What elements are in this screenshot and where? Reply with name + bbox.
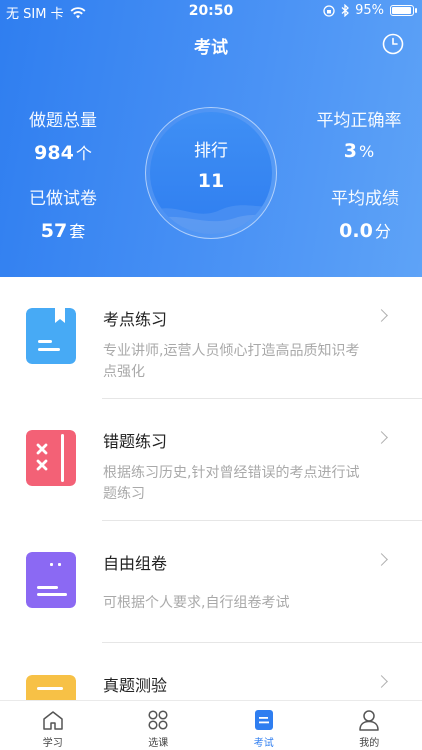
orientation-lock-icon	[323, 4, 335, 17]
exam-header: 无 SIM 卡 20:50 95% 考试 做题总量 984 个 已做试卷 57 …	[0, 0, 422, 277]
bottom-tab-bar: 学习 选课 考试 我的	[0, 700, 422, 750]
tab-study[interactable]: 学习	[0, 701, 106, 750]
list-item-custom-paper[interactable]: 自由组卷 可根据个人要求,自行组卷考试	[0, 521, 422, 643]
exam-icon	[254, 710, 273, 730]
tab-exam[interactable]: 考试	[211, 701, 317, 750]
chevron-right-icon	[375, 431, 388, 444]
real-exam-icon	[26, 675, 76, 700]
page-title: 考试	[194, 38, 228, 58]
bluetooth-icon	[341, 4, 350, 17]
list-item-real-exam[interactable]: 真题测验	[0, 643, 422, 700]
clock-icon[interactable]	[381, 32, 405, 56]
chevron-right-icon	[375, 675, 388, 688]
chevron-right-icon	[375, 309, 388, 322]
exam-mode-list: 考点练习 专业讲师,运营人员倾心打造高品质知识考点强化 错题练习 根据练习历史,…	[0, 277, 422, 700]
tab-courses[interactable]: 选课	[106, 701, 212, 750]
tab-mine[interactable]: 我的	[317, 701, 422, 750]
stat-papers-done: 已做试卷 57 套	[29, 189, 97, 242]
chevron-right-icon	[375, 553, 388, 566]
stat-total-questions: 做题总量 984 个	[29, 111, 97, 164]
battery-percent: 95%	[355, 3, 384, 18]
rank-value: 11	[197, 170, 225, 192]
custom-paper-icon	[26, 552, 76, 608]
rank-circle[interactable]: 排行 11	[145, 107, 277, 239]
person-icon	[359, 710, 379, 731]
rank-label: 排行	[194, 141, 228, 161]
bookmark-book-icon	[26, 308, 76, 364]
list-item-topic-practice[interactable]: 考点练习 专业讲师,运营人员倾心打造高品质知识考点强化	[0, 277, 422, 399]
wrong-notebook-icon	[26, 430, 76, 486]
status-bar: 无 SIM 卡 20:50 95%	[0, 0, 422, 22]
battery-icon	[390, 5, 417, 16]
grid-icon	[148, 710, 168, 730]
stat-avg-score: 平均成绩 0.0 分	[331, 189, 399, 242]
home-icon	[43, 711, 63, 730]
stat-accuracy: 平均正确率 3%	[316, 111, 402, 162]
list-item-wrong-practice[interactable]: 错题练习 根据练习历史,针对曾经错误的考点进行试题练习	[0, 399, 422, 521]
wave-decoration	[150, 205, 272, 234]
